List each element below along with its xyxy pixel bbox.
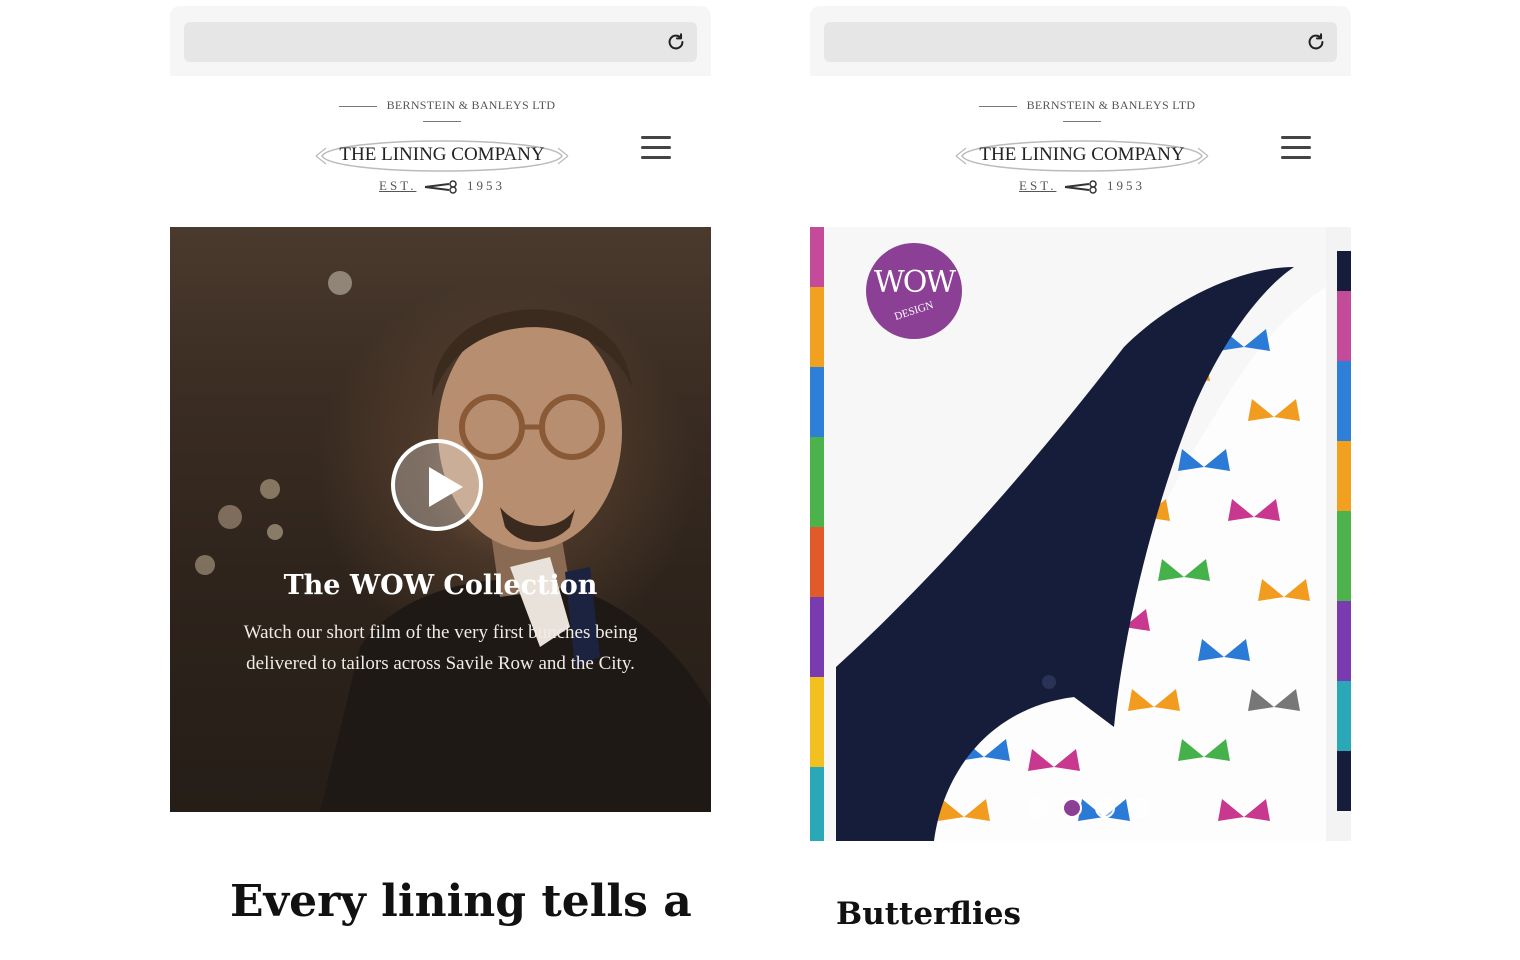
play-icon bbox=[429, 467, 463, 507]
address-bar[interactable] bbox=[184, 22, 697, 62]
slide-butterflies[interactable]: WOW DESIGN bbox=[824, 227, 1326, 841]
site-header: BERNSTEIN & BANLEYS LTD THE LINING COMPA… bbox=[810, 76, 1351, 226]
previous-slide-peek[interactable] bbox=[810, 227, 824, 841]
hero-description: Watch our short film of the very first b… bbox=[243, 622, 638, 674]
next-slide-peek[interactable] bbox=[1337, 251, 1351, 811]
phone-screen-left: BERNSTEIN & BANLEYS LTD THE LINING COMPA… bbox=[170, 6, 711, 946]
video-hero[interactable]: The WOW Collection Watch our short film … bbox=[170, 227, 711, 812]
phone-screen-right: BERNSTEIN & BANLEYS LTD THE LINING COMPA… bbox=[810, 6, 1351, 946]
carousel-dot[interactable] bbox=[1029, 798, 1049, 818]
reload-icon[interactable] bbox=[1305, 31, 1327, 53]
slide-title: Butterflies bbox=[836, 896, 1021, 932]
logo-est-year: 1953 bbox=[466, 178, 505, 193]
hero-title: The WOW Collection bbox=[283, 570, 598, 601]
company-logo[interactable]: BERNSTEIN & BANLEYS LTD THE LINING COMPA… bbox=[942, 92, 1222, 208]
wow-design-badge: WOW DESIGN bbox=[866, 243, 962, 339]
product-carousel[interactable]: WOW DESIGN bbox=[810, 227, 1351, 841]
logo-est-year: 1953 bbox=[1106, 178, 1145, 193]
hamburger-menu-icon[interactable] bbox=[641, 136, 671, 160]
reload-icon[interactable] bbox=[665, 31, 687, 53]
logo-est-label: EST. bbox=[379, 178, 417, 193]
browser-toolbar bbox=[810, 6, 1351, 76]
carousel-dot-active[interactable] bbox=[1062, 798, 1082, 818]
hamburger-menu-icon[interactable] bbox=[1281, 136, 1311, 160]
address-bar[interactable] bbox=[824, 22, 1337, 62]
section-headline: Every lining tells a bbox=[230, 876, 692, 927]
scissors-icon bbox=[1064, 180, 1097, 194]
site-header: BERNSTEIN & BANLEYS LTD THE LINING COMPA… bbox=[170, 76, 711, 226]
logo-name: THE LINING COMPANY bbox=[339, 144, 544, 165]
logo-ribbon: THE LINING COMPANY bbox=[315, 140, 569, 172]
logo-ribbon: THE LINING COMPANY bbox=[955, 140, 1209, 172]
carousel-dot[interactable] bbox=[1128, 798, 1148, 818]
logo-est-label: EST. bbox=[1019, 178, 1057, 193]
logo-name: THE LINING COMPANY bbox=[979, 144, 1184, 165]
parent-company-name: BERNSTEIN & BANLEYS LTD bbox=[386, 98, 556, 112]
browser-toolbar bbox=[170, 6, 711, 76]
parent-company-name: BERNSTEIN & BANLEYS LTD bbox=[1026, 98, 1196, 112]
company-logo[interactable]: BERNSTEIN & BANLEYS LTD THE LINING COMPA… bbox=[302, 92, 582, 208]
play-video-button[interactable] bbox=[391, 439, 483, 531]
carousel-pagination bbox=[1029, 798, 1169, 822]
scissors-icon bbox=[424, 180, 457, 194]
carousel-dot[interactable] bbox=[1095, 798, 1115, 818]
